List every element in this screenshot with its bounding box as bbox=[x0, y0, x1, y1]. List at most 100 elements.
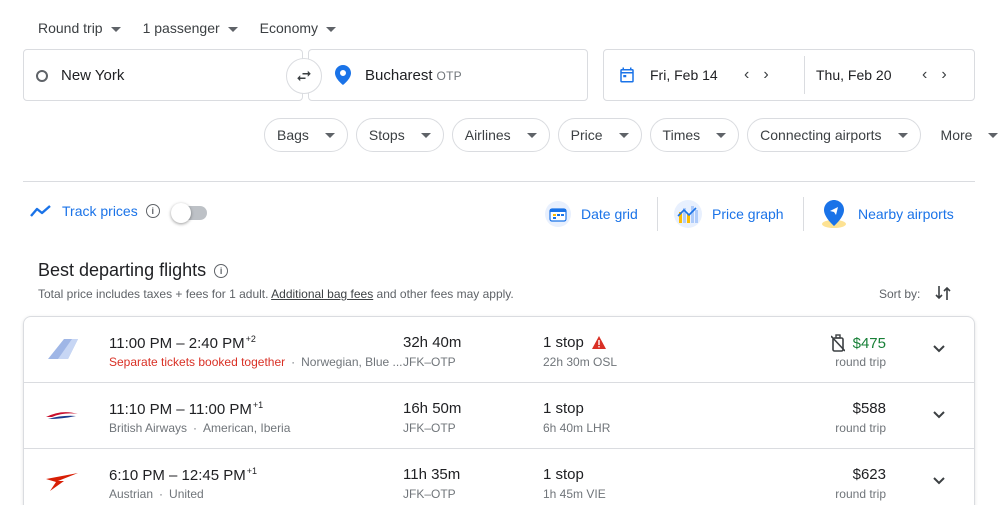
info-icon[interactable]: i bbox=[214, 263, 229, 278]
price-graph-button[interactable]: Price graph bbox=[674, 197, 784, 231]
track-prices-toggle[interactable] bbox=[171, 203, 207, 223]
separator-dot: · bbox=[159, 487, 164, 501]
caret-down-icon bbox=[526, 132, 537, 138]
disclaimer-prefix: Total price includes taxes + fees for 1 … bbox=[38, 287, 272, 301]
passengers-dropdown[interactable]: 1 passenger bbox=[143, 18, 238, 38]
trip-options-row: Round trip 1 passenger Economy bbox=[38, 18, 358, 38]
info-icon[interactable]: i bbox=[145, 204, 160, 218]
flight-row[interactable]: 11:10 PM – 11:00 PM+1 British Airways · Am… bbox=[24, 383, 974, 449]
depart-date-field[interactable]: Fri, Feb 14 ‹ › bbox=[618, 50, 769, 100]
day-offset: +1 bbox=[246, 466, 258, 476]
more-label: More bbox=[940, 127, 973, 143]
day-offset: +1 bbox=[252, 400, 264, 410]
price-type: round trip bbox=[835, 421, 886, 435]
flight-results-list: 11:00 PM – 2:40 PM+2 Separate tickets bo… bbox=[23, 316, 975, 505]
tool-divider bbox=[657, 197, 658, 231]
prev-depart-date-icon[interactable]: ‹ bbox=[744, 66, 749, 84]
airline-partners: American, Iberia bbox=[203, 421, 291, 435]
disclaimer-suffix: and other fees may apply. bbox=[373, 287, 514, 301]
toggle-knob bbox=[171, 203, 191, 223]
flight-row[interactable]: 11:00 PM – 2:40 PM+2 Separate tickets bo… bbox=[24, 317, 974, 383]
nearby-airports-icon bbox=[822, 200, 846, 228]
day-offset: +2 bbox=[245, 334, 256, 344]
next-depart-date-icon[interactable]: › bbox=[763, 66, 768, 84]
trip-type-dropdown[interactable]: Round trip bbox=[38, 18, 121, 38]
caret-down-icon bbox=[988, 132, 999, 138]
chevron-down-icon[interactable] bbox=[932, 474, 946, 488]
date-grid-icon bbox=[545, 201, 571, 227]
calendar-icon bbox=[620, 67, 634, 83]
filter-label: Bags bbox=[277, 127, 309, 143]
filter-bar: Bags Stops Airlines Price Times Connecti… bbox=[264, 118, 999, 152]
flight-duration: 32h 40m bbox=[403, 334, 462, 351]
flight-times: 11:00 PM – 2:40 PM bbox=[109, 335, 245, 352]
filter-label: Airlines bbox=[464, 127, 511, 143]
stops-count: 1 stop bbox=[543, 334, 584, 351]
filter-times[interactable]: Times bbox=[649, 118, 740, 152]
caret-down-icon bbox=[326, 26, 337, 32]
price-graph-icon bbox=[674, 200, 702, 228]
layover-info: 1h 45m VIE bbox=[543, 487, 606, 501]
more-filters-button[interactable]: More bbox=[929, 118, 999, 152]
british-airways-logo-icon bbox=[46, 412, 78, 419]
swap-locations-button[interactable] bbox=[286, 58, 322, 94]
flight-times: 6:10 PM – 12:45 PM bbox=[109, 467, 246, 484]
price-disclaimer: Total price includes taxes + fees for 1 … bbox=[38, 287, 514, 301]
no-carry-on-bag-icon bbox=[830, 334, 845, 352]
swap-arrows-icon bbox=[297, 70, 311, 82]
destination-field[interactable]: Bucharest OTP bbox=[308, 49, 588, 101]
separator-dot: · bbox=[291, 355, 296, 369]
results-heading: Best departing flights i bbox=[38, 260, 229, 281]
stops-count: 1 stop bbox=[543, 466, 584, 483]
caret-down-icon bbox=[420, 132, 431, 138]
filter-connecting-airports[interactable]: Connecting airports bbox=[747, 118, 921, 152]
cabin-class-label: Economy bbox=[259, 20, 319, 36]
caret-down-icon bbox=[897, 132, 908, 138]
origin-value: New York bbox=[61, 67, 125, 84]
sort-by-label: Sort by: bbox=[879, 287, 921, 301]
chevron-down-icon[interactable] bbox=[932, 342, 946, 356]
origin-field[interactable]: New York bbox=[23, 49, 303, 101]
warning-icon bbox=[591, 336, 606, 349]
depart-date-value: Fri, Feb 14 bbox=[650, 67, 718, 83]
airline-partners: United bbox=[169, 487, 204, 501]
track-prices-label: Track prices bbox=[62, 203, 138, 219]
track-prices[interactable]: Track prices i bbox=[30, 203, 160, 219]
return-date-field[interactable]: Thu, Feb 20 ‹ › bbox=[816, 50, 947, 100]
airline-main: British Airways bbox=[109, 421, 188, 435]
nearby-airports-button[interactable]: Nearby airports bbox=[820, 197, 954, 231]
price-graph-label: Price graph bbox=[712, 206, 784, 222]
separate-tickets-warning: Separate tickets booked together bbox=[109, 355, 286, 369]
airline-main: Austrian bbox=[109, 487, 154, 501]
sort-icon[interactable] bbox=[935, 284, 951, 302]
price-type: round trip bbox=[835, 355, 886, 369]
bag-fees-link[interactable]: Additional bag fees bbox=[271, 287, 373, 301]
filter-airlines[interactable]: Airlines bbox=[451, 118, 550, 152]
date-grid-label: Date grid bbox=[581, 206, 638, 222]
origin-circle-icon bbox=[36, 70, 48, 82]
flight-route: JFK–OTP bbox=[403, 421, 456, 435]
flight-row[interactable]: 6:10 PM – 12:45 PM+1 Austrian · United 11h… bbox=[24, 449, 974, 505]
filter-bags[interactable]: Bags bbox=[264, 118, 348, 152]
chevron-down-icon[interactable] bbox=[932, 408, 946, 422]
flight-times: 11:10 PM – 11:00 PM bbox=[109, 401, 252, 418]
next-return-date-icon[interactable]: › bbox=[941, 66, 946, 84]
dates-field: Fri, Feb 14 ‹ › Thu, Feb 20 ‹ › bbox=[603, 49, 975, 101]
date-grid-button[interactable]: Date grid bbox=[545, 197, 638, 231]
cabin-class-dropdown[interactable]: Economy bbox=[259, 18, 337, 38]
tool-divider bbox=[803, 197, 804, 231]
filter-label: Price bbox=[570, 127, 603, 143]
nearby-airports-label: Nearby airports bbox=[858, 206, 954, 222]
flight-price: $623 bbox=[852, 466, 886, 483]
destination-code: OTP bbox=[436, 69, 462, 83]
prev-return-date-icon[interactable]: ‹ bbox=[922, 66, 927, 84]
filter-stops[interactable]: Stops bbox=[355, 118, 444, 152]
flight-route: JFK–OTP bbox=[403, 355, 456, 369]
destination-value: Bucharest bbox=[365, 67, 433, 84]
stops-count: 1 stop bbox=[543, 400, 584, 417]
section-divider bbox=[23, 181, 975, 182]
filter-label: Times bbox=[662, 127, 701, 143]
caret-down-icon bbox=[618, 132, 629, 138]
filter-price[interactable]: Price bbox=[557, 118, 642, 152]
layover-info: 6h 40m LHR bbox=[543, 421, 611, 435]
